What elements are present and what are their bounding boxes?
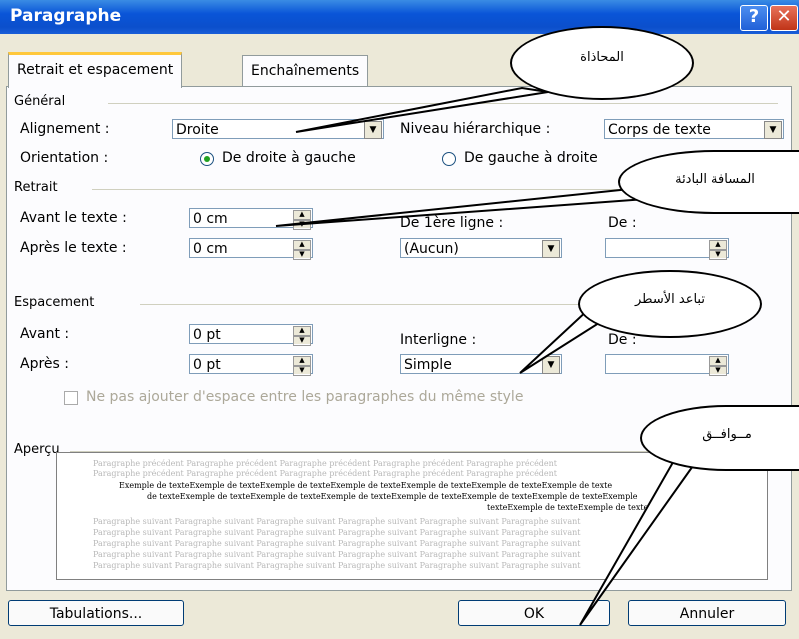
line-spacing-callout: تباعد الأسطر	[578, 270, 762, 338]
alignment-callout: المحاذاة	[510, 26, 694, 100]
indent-callout: المسافة البادئة	[618, 150, 799, 214]
ok-callout-text: مــوافــق	[702, 427, 752, 442]
ok-callout: مــوافــق	[640, 405, 799, 471]
alignment-callout-pointer	[295, 86, 549, 133]
indent-callout-text: المسافة البادئة	[675, 172, 755, 187]
line-spacing-callout-text: تباعد الأسطر	[635, 292, 705, 307]
tab-indent-spacing[interactable]: Retrait et espacement	[8, 52, 183, 88]
alignment-callout-text: المحاذاة	[580, 50, 624, 65]
indent-callout-pointer	[275, 186, 664, 227]
ok-callout-pointer	[579, 448, 702, 626]
